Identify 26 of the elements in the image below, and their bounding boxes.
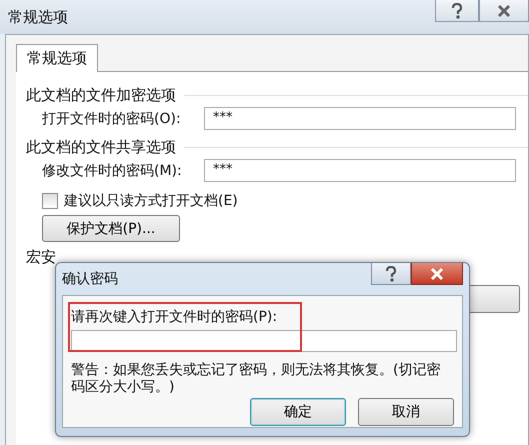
checkbox-label[interactable]: 建议以只读方式打开文档(E) [64, 192, 238, 210]
password-field[interactable]: *** [204, 159, 516, 182]
cancel-button[interactable]: 取消 [358, 398, 454, 426]
section-heading: 宏安 [26, 248, 56, 266]
section-heading: 此文档的文件共享选项 [26, 138, 176, 157]
section-heading: 此文档的文件加密选项 [26, 86, 176, 105]
close-button[interactable] [479, 0, 529, 22]
help-button[interactable] [371, 263, 411, 285]
warning-text: 警告：如果您丢失或忘记了密码，则无法将其恢复。(切记密码区分大小写。) [71, 362, 442, 396]
password-field[interactable]: *** [204, 107, 516, 130]
password-field[interactable] [71, 330, 457, 352]
field-label: 请再次键入打开文件时的密码(P): [71, 308, 278, 326]
ok-button[interactable]: 确定 [250, 398, 346, 426]
close-icon [430, 266, 444, 280]
field-label: 修改文件时的密码(M): [42, 162, 183, 180]
help-icon [450, 2, 464, 18]
close-button[interactable] [411, 263, 463, 285]
checkbox[interactable] [42, 193, 58, 209]
window-title: 常规选项 [8, 8, 68, 26]
help-icon [384, 266, 398, 282]
dialog-title: 确认密码 [62, 270, 118, 288]
protect-document-button[interactable]: 保护文档(P)... [42, 215, 180, 242]
tab[interactable]: 常规选项 [16, 44, 98, 72]
field-label: 打开文件时的密码(O): [42, 110, 182, 128]
help-button[interactable] [435, 0, 479, 22]
close-icon [497, 4, 511, 18]
